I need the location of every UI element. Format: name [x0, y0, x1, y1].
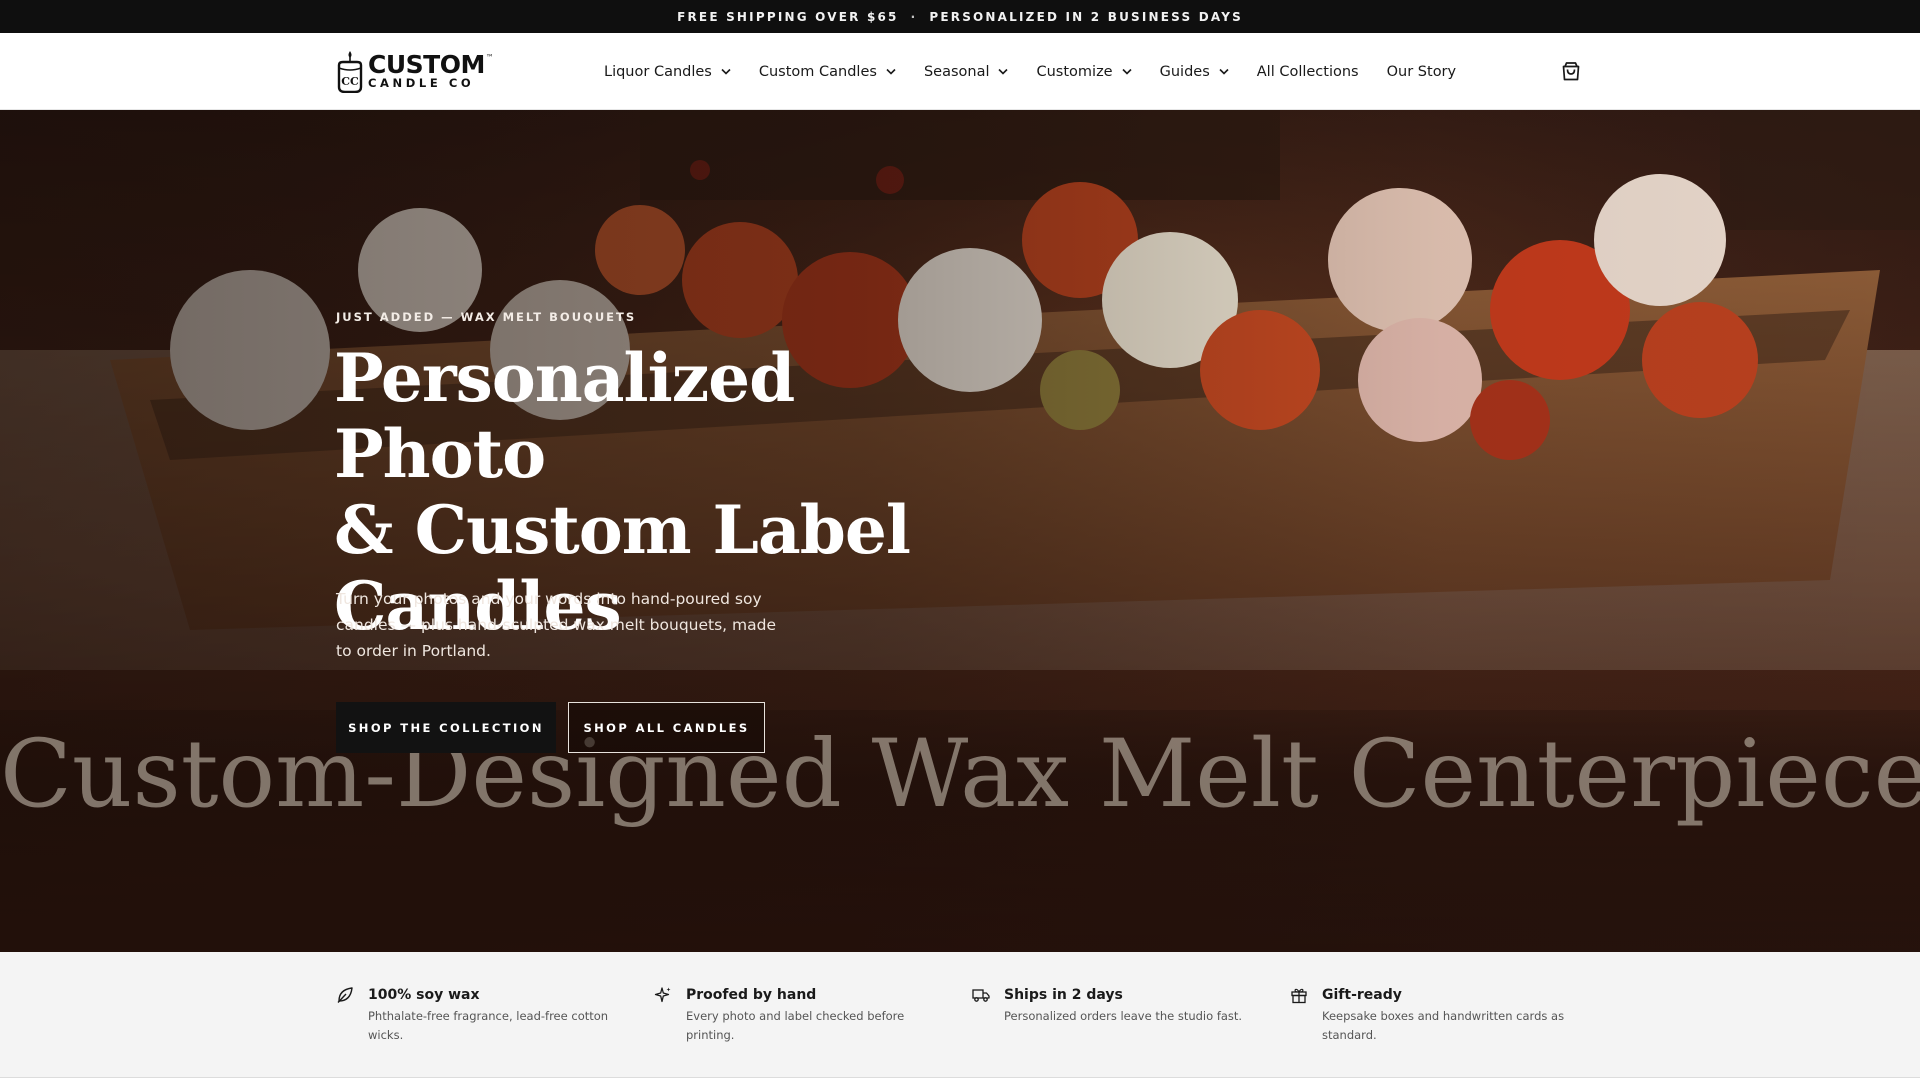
nav-label: All Collections [1256, 63, 1359, 80]
feature-description: Phthalate-free fragrance, lead-free cott… [368, 1009, 609, 1042]
nav-customize[interactable]: Customize [1036, 63, 1132, 80]
hero-description: Turn your photos and your words into han… [336, 590, 776, 660]
nav-label: Customize [1036, 63, 1113, 80]
feature-title: Proofed by hand [686, 987, 817, 1003]
feature-shipping: Ships in 2 days Personalized orders leav… [972, 986, 1272, 1026]
candle-logo-icon: CC [337, 51, 363, 93]
logo-wordmark: CUSTOM [368, 50, 485, 80]
nav-our-story[interactable]: Our Story [1387, 64, 1456, 80]
leaf-icon [337, 987, 353, 1003]
nav-all-collections[interactable]: All Collections [1257, 64, 1359, 80]
feature-gift-ready: Gift-ready Keepsake boxes and handwritte… [1290, 986, 1590, 1045]
feature-soy-wax: 100% soy wax Phthalate-free fragrance, l… [336, 986, 636, 1045]
announcement-separator: · [910, 9, 918, 24]
hero-eyebrow: JUST ADDED — WAX MELT BOUQUETS [336, 310, 637, 324]
announcement-free-shipping: FREE SHIPPING OVER $65 [677, 9, 899, 24]
announcement-bar: FREE SHIPPING OVER $65 · PERSONALIZED IN… [0, 0, 1920, 33]
nav-guides[interactable]: Guides [1160, 64, 1229, 80]
hero-image-caption: Custom-Designed Wax Melt Centerpiece [0, 720, 1920, 829]
nav-label: Seasonal [923, 63, 990, 80]
chevron-down-icon [998, 68, 1009, 75]
logo-trademark: ™ [485, 53, 494, 63]
feature-proofed: Proofed by hand Every photo and label ch… [654, 986, 954, 1045]
feature-description: Personalized orders leave the studio fas… [1004, 1009, 1243, 1023]
chevron-down-icon [721, 68, 731, 75]
nav-label: Liquor Candles [604, 63, 712, 80]
truck-icon [972, 989, 990, 1002]
site-header: CC CUSTOM ™ CANDLE CO Liquor Candles Cus… [0, 33, 1920, 110]
chevron-down-icon [886, 68, 896, 75]
nav-label: Custom Candles [758, 63, 877, 80]
logo-mark-letters: CC [341, 75, 359, 88]
shopping-bag-icon[interactable] [1560, 60, 1582, 82]
feature-title: Ships in 2 days [1004, 987, 1123, 1003]
main-nav: Liquor Candles Custom Candles Seasonal C… [604, 33, 1484, 110]
nav-liquor-candles[interactable]: Liquor Candles [604, 64, 731, 80]
logo-subtitle: CANDLE CO [368, 76, 475, 91]
nav-seasonal[interactable]: Seasonal [924, 64, 1009, 80]
feature-description: Keepsake boxes and handwritten cards as … [1322, 1009, 1565, 1042]
nav-label: Our Story [1386, 63, 1457, 80]
shop-all-candles-button[interactable]: SHOP ALL CANDLES [568, 702, 765, 753]
announcement-personalized: PERSONALIZED IN 2 BUSINESS DAYS [929, 9, 1243, 24]
logo[interactable]: CC CUSTOM ™ CANDLE CO [335, 48, 494, 94]
hero-title-line: & Custom Label [334, 491, 911, 569]
nav-label: Guides [1159, 63, 1210, 80]
hero-section: Custom-Designed Wax Melt Centerpiece JUS… [0, 110, 1920, 952]
nav-custom-candles[interactable]: Custom Candles [759, 64, 896, 80]
gift-icon [1291, 988, 1307, 1004]
hero-title-line: Personalized Photo [334, 339, 795, 493]
features-strip: 100% soy wax Phthalate-free fragrance, l… [0, 952, 1920, 1078]
chevron-down-icon [1219, 68, 1229, 75]
chevron-down-icon [1122, 68, 1132, 75]
feature-description: Every photo and label checked before pri… [686, 1009, 905, 1042]
feature-title: Gift-ready [1322, 987, 1402, 1003]
shop-the-collection-button[interactable]: SHOP THE COLLECTION [336, 702, 556, 753]
feature-title: 100% soy wax [368, 987, 480, 1003]
sparkle-icon [654, 987, 671, 1003]
